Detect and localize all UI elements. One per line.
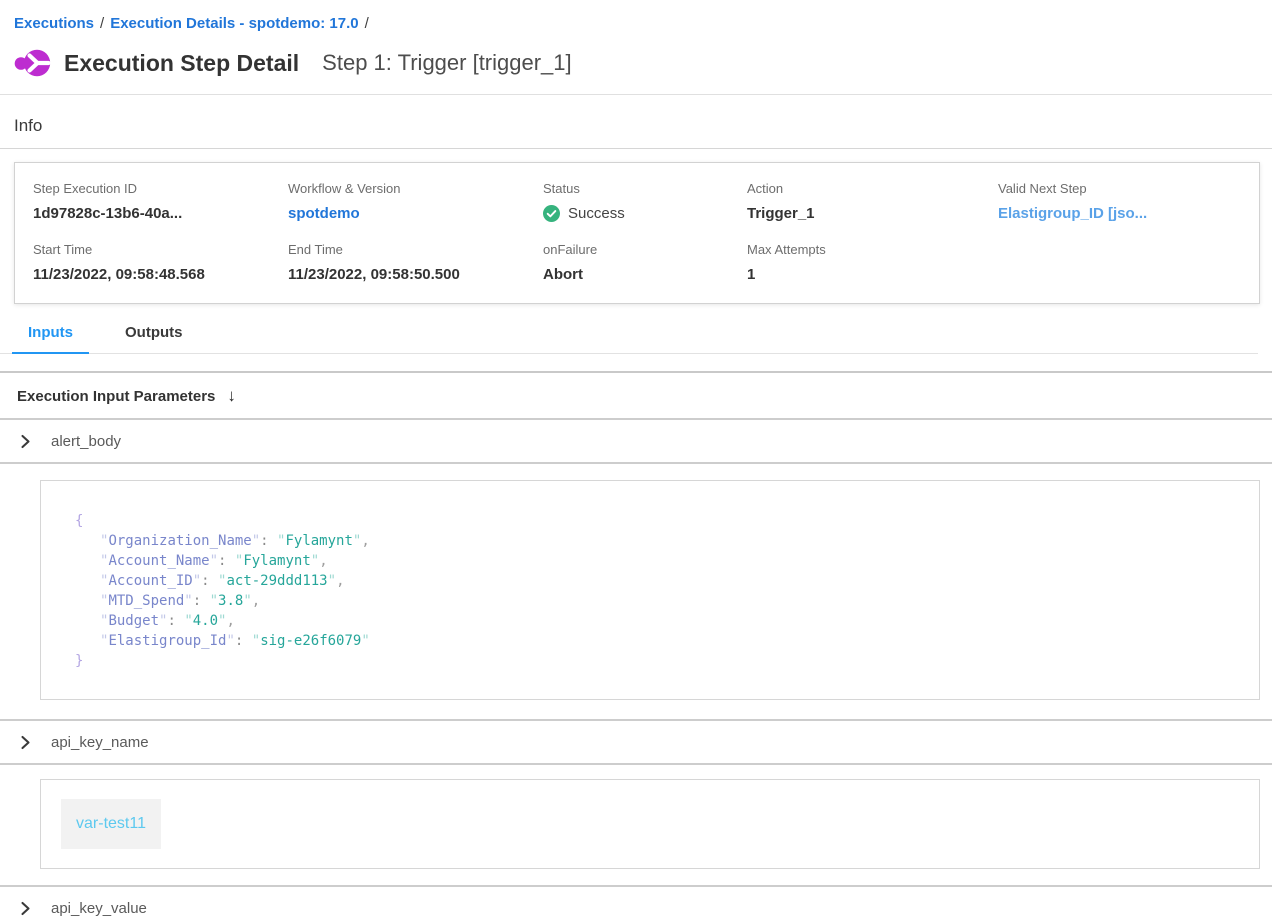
next-step-link[interactable]: Elastigroup_ID [jso... [998, 205, 1259, 222]
param-name: api_key_name [51, 734, 149, 751]
field-label: onFailure [543, 242, 747, 257]
alert-body-json-viewer: { Organization_Name Fylamynt Account_Name… [40, 480, 1260, 700]
page-subtitle: Step 1: Trigger [trigger_1] [322, 50, 571, 76]
field-label: Action [747, 181, 998, 196]
json-value: 3.8 [210, 593, 252, 609]
field-label: Max Attempts [747, 242, 998, 257]
json-value: 4.0 [184, 613, 226, 629]
param-row-alert-body[interactable]: alert_body [0, 420, 1272, 462]
json-open-brace: { [75, 513, 83, 529]
field-status: Status Success [543, 181, 747, 222]
field-value: Abort [543, 266, 747, 283]
field-valid-next-step: Valid Next Step Elastigroup_ID [jso... [998, 181, 1259, 222]
divider [0, 763, 1272, 765]
json-key: Budget [100, 613, 167, 629]
status-badge: Success [543, 205, 747, 222]
json-entry: Elastigroup_Id sig-e26f6079 [75, 631, 1239, 651]
json-key: MTD_Spend [100, 593, 193, 609]
param-name: api_key_value [51, 900, 147, 917]
field-value: 1d97828c-13b6-40a... [33, 205, 288, 222]
status-text: Success [568, 205, 625, 222]
field-end-time: End Time 11/23/2022, 09:58:50.500 [288, 242, 543, 283]
chevron-right-icon[interactable] [18, 901, 32, 916]
breadcrumb-link-execution-details[interactable]: Execution Details - spotdemo: 17.0 [110, 15, 358, 32]
field-max-attempts: Max Attempts 1 [747, 242, 998, 283]
json-key: Account_ID [100, 573, 201, 589]
param-row-api-key-value[interactable]: api_key_value [0, 887, 1272, 919]
json-entry: Organization_Name Fylamynt [75, 531, 1239, 551]
json-key: Account_Name [100, 553, 218, 569]
api-key-name-content: var-test11 [40, 779, 1260, 869]
execution-input-parameters-header: Execution Input Parameters ↓ [0, 373, 1272, 418]
field-value: 1 [747, 266, 998, 283]
field-value: 11/23/2022, 09:58:48.568 [33, 266, 288, 283]
field-label: Status [543, 181, 747, 196]
field-label: Workflow & Version [288, 181, 543, 196]
json-value: act-29ddd113 [218, 573, 336, 589]
value-chip: var-test11 [61, 799, 161, 849]
field-action: Action Trigger_1 [747, 181, 998, 222]
info-heading: Info [0, 95, 1272, 148]
info-heading-divider [0, 148, 1272, 149]
breadcrumb-separator: / [100, 15, 104, 32]
sort-down-arrow-icon[interactable]: ↓ [227, 386, 236, 406]
tab-bar: Inputs Outputs [0, 324, 1258, 354]
field-label: Start Time [33, 242, 288, 257]
json-key: Elastigroup_Id [100, 633, 235, 649]
breadcrumb-separator: / [365, 15, 369, 32]
field-value: Trigger_1 [747, 205, 998, 222]
tab-outputs[interactable]: Outputs [109, 324, 199, 353]
breadcrumb: Executions / Execution Details - spotdemo:… [0, 0, 1272, 32]
json-entry: Account_ID act-29ddd113 [75, 571, 1239, 591]
field-label: Valid Next Step [998, 181, 1259, 196]
json-close-brace: } [75, 653, 83, 669]
page-header: Execution Step Detail Step 1: Trigger [t… [0, 32, 1272, 94]
chevron-right-icon[interactable] [18, 735, 32, 750]
json-key: Organization_Name [100, 533, 260, 549]
field-label: Step Execution ID [33, 181, 288, 196]
page-title: Execution Step Detail [64, 50, 299, 77]
execution-input-parameters-title: Execution Input Parameters [17, 388, 215, 405]
field-workflow-version: Workflow & Version spotdemo [288, 181, 543, 222]
json-entry: Budget 4.0 [75, 611, 1239, 631]
breadcrumb-link-executions[interactable]: Executions [14, 15, 94, 32]
field-onfailure: onFailure Abort [543, 242, 747, 283]
workflow-link[interactable]: spotdemo [288, 205, 543, 222]
json-value: Fylamynt [277, 533, 361, 549]
json-value: Fylamynt [235, 553, 319, 569]
field-step-execution-id: Step Execution ID 1d97828c-13b6-40a... [33, 181, 288, 222]
param-name: alert_body [51, 433, 121, 450]
field-start-time: Start Time 11/23/2022, 09:58:48.568 [33, 242, 288, 283]
json-value: sig-e26f6079 [252, 633, 370, 649]
json-entry: MTD_Spend 3.8 [75, 591, 1239, 611]
tab-inputs[interactable]: Inputs [12, 324, 89, 354]
info-card: Step Execution ID 1d97828c-13b6-40a... W… [14, 162, 1260, 304]
success-check-icon [543, 205, 560, 222]
field-value: 11/23/2022, 09:58:50.500 [288, 266, 543, 283]
fylamynt-branch-icon [14, 47, 51, 79]
field-label: End Time [288, 242, 543, 257]
json-entry: Account_Name Fylamynt [75, 551, 1239, 571]
divider [0, 462, 1272, 464]
chevron-right-icon[interactable] [18, 434, 32, 449]
param-row-api-key-name[interactable]: api_key_name [0, 721, 1272, 763]
